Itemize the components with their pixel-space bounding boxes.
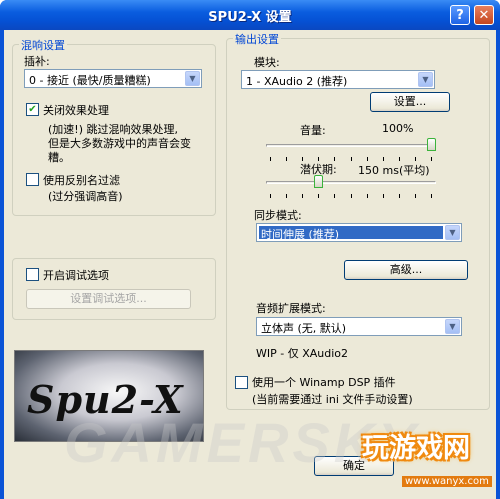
volume-slider-track <box>266 144 436 147</box>
chevron-down-icon[interactable]: ▼ <box>445 225 460 240</box>
disable-effects-desc-3: 糟。 <box>48 151 70 164</box>
slider-tick <box>367 194 368 198</box>
sync-select[interactable]: 时间伸展 (推荐) ▼ <box>256 223 462 242</box>
winamp-label[interactable]: 使用一个 Winamp DSP 插件 <box>252 374 396 390</box>
disable-effects-checkbox[interactable]: ✔ <box>26 103 39 116</box>
debug-config-button[interactable]: 设置调试选项... <box>26 289 191 309</box>
slider-tick <box>286 194 287 198</box>
slider-tick <box>351 157 352 161</box>
watermark-wanyx: 玩游戏网 www.wanyx.com <box>362 412 496 494</box>
winamp-desc: (当前需要通过 ini 文件手动设置) <box>252 393 413 406</box>
debug-enable-label[interactable]: 开启调试选项 <box>43 267 109 283</box>
advanced-button[interactable]: 高级... <box>344 260 468 280</box>
module-label: 模块: <box>254 56 280 69</box>
slider-tick <box>399 157 400 161</box>
antialias-desc: (过分强调高音) <box>48 190 123 203</box>
help-button[interactable]: ? <box>450 5 470 25</box>
expansion-select-value: 立体声 (无, 默认) <box>261 322 347 335</box>
sync-select-value: 时间伸展 (推荐) <box>261 228 340 241</box>
slider-tick <box>415 157 416 161</box>
slider-tick <box>351 194 352 198</box>
slider-tick <box>270 194 271 198</box>
module-select[interactable]: 1 - XAudio 2 (推荐) ▼ <box>241 70 435 89</box>
watermark-wanyx-title: 玩游戏网 <box>362 433 470 464</box>
expansion-label: 音频扩展模式: <box>256 302 326 315</box>
module-select-value: 1 - XAudio 2 (推荐) <box>246 75 348 88</box>
interp-select[interactable]: 0 - 接近 (最快/质量糟糕) ▼ <box>24 69 202 88</box>
window-title: SPU2-X 设置 <box>208 10 292 25</box>
interp-label: 插补: <box>24 55 50 68</box>
output-group-title: 输出设置 <box>233 31 281 47</box>
wip-note: WIP - 仅 XAudio2 <box>256 347 349 360</box>
settings-window: SPU2-X 设置 ? ✕ 混响设置 插补: 0 - 接近 (最快/质量糟糕) … <box>0 0 500 499</box>
chevron-down-icon[interactable]: ▼ <box>185 71 200 86</box>
disable-effects-label[interactable]: 关闭效果处理 <box>43 102 109 118</box>
watermark-wanyx-url: www.wanyx.com <box>402 476 492 487</box>
expansion-select[interactable]: 立体声 (无, 默认) ▼ <box>256 317 462 336</box>
slider-tick <box>431 157 432 161</box>
slider-tick <box>270 157 271 161</box>
slider-tick <box>415 194 416 198</box>
reverb-group-title: 混响设置 <box>19 37 67 53</box>
latency-slider-ticks <box>266 194 436 199</box>
slider-tick <box>383 157 384 161</box>
antialias-checkbox[interactable] <box>26 173 39 186</box>
winamp-checkbox[interactable] <box>235 376 248 389</box>
title-bar[interactable]: SPU2-X 设置 ? ✕ <box>0 0 500 30</box>
slider-tick <box>334 194 335 198</box>
chevron-down-icon[interactable]: ▼ <box>445 319 460 334</box>
sync-label: 同步模式: <box>254 209 302 222</box>
check-icon: ✔ <box>28 104 37 115</box>
antialias-label[interactable]: 使用反别名过滤 <box>43 172 120 188</box>
slider-tick <box>383 194 384 198</box>
debug-enable-checkbox[interactable] <box>26 268 39 281</box>
interp-select-value: 0 - 接近 (最快/质量糟糕) <box>29 74 151 87</box>
slider-tick <box>431 194 432 198</box>
slider-tick <box>302 194 303 198</box>
slider-tick <box>286 157 287 161</box>
chevron-down-icon[interactable]: ▼ <box>418 72 433 87</box>
close-button[interactable]: ✕ <box>474 5 494 25</box>
volume-slider[interactable] <box>266 134 436 164</box>
latency-slider-thumb[interactable] <box>314 175 323 188</box>
latency-slider-track <box>266 181 436 184</box>
volume-slider-thumb[interactable] <box>427 138 436 151</box>
slider-tick <box>318 194 319 198</box>
module-config-button[interactable]: 设置... <box>370 92 450 112</box>
slider-tick <box>367 157 368 161</box>
slider-tick <box>399 194 400 198</box>
latency-slider[interactable] <box>266 171 436 201</box>
